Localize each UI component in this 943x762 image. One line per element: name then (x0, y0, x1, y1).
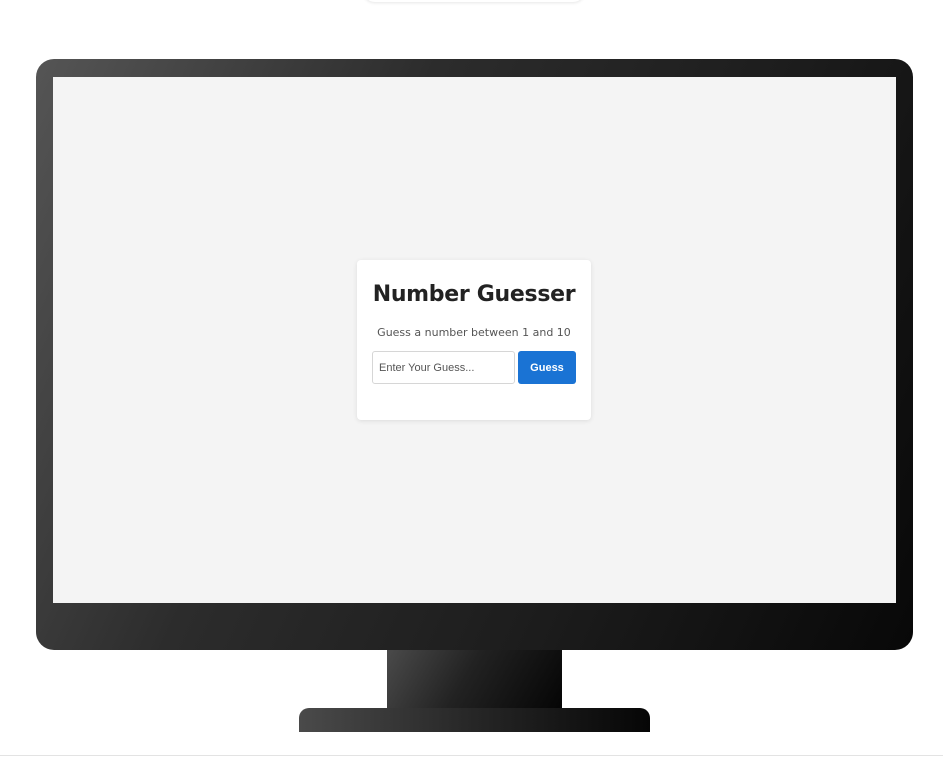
guess-input[interactable] (372, 351, 515, 384)
monitor-screen: Number Guesser Guess a number between 1 … (53, 77, 896, 603)
top-edge-tab (363, 0, 585, 2)
monitor-stand-base (299, 708, 650, 732)
floor-divider (0, 755, 943, 756)
instructions-text: Guess a number between 1 and 10 (377, 326, 571, 339)
page-canvas: Number Guesser Guess a number between 1 … (0, 0, 943, 762)
number-guesser-card: Number Guesser Guess a number between 1 … (357, 260, 591, 420)
monitor-stand-neck (387, 650, 562, 710)
monitor-frame: Number Guesser Guess a number between 1 … (36, 59, 913, 650)
guess-button[interactable]: Guess (518, 351, 576, 384)
page-title: Number Guesser (372, 282, 576, 307)
